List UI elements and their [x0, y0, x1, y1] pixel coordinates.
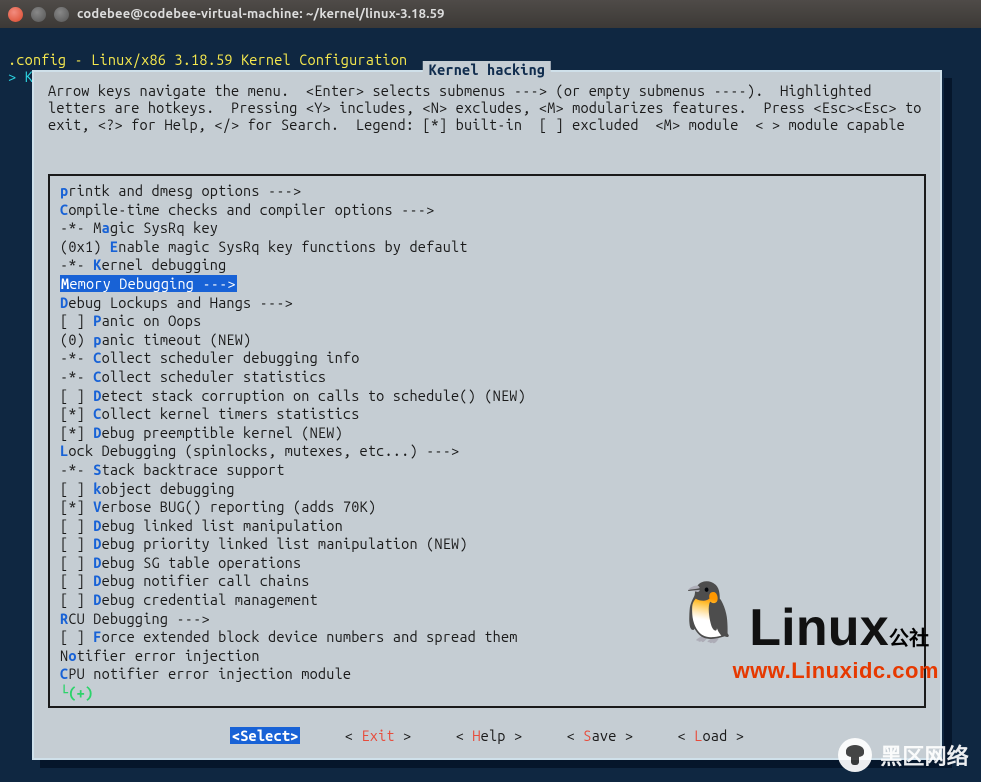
menu-item[interactable]: [ ] Force extended block device numbers …	[60, 628, 914, 647]
minimize-icon[interactable]	[31, 7, 46, 22]
maximize-icon[interactable]	[54, 7, 69, 22]
menu-item[interactable]: [*] Verbose BUG() reporting (adds 70K)	[60, 498, 914, 517]
menu-item[interactable]: -*- Kernel debugging	[60, 256, 914, 275]
menu-item[interactable]: -*- Magic SysRq key	[60, 219, 914, 238]
help-button[interactable]: < Help >	[456, 727, 523, 744]
menu-item[interactable]: CPU notifier error injection module	[60, 665, 914, 684]
menu-item[interactable]: [*] Debug preemptible kernel (NEW)	[60, 424, 914, 443]
menu-item[interactable]: Lock Debugging (spinlocks, mutexes, etc.…	[60, 442, 914, 461]
menu-item[interactable]: [ ] Debug SG table operations	[60, 554, 914, 573]
save-button[interactable]: < Save >	[567, 727, 634, 744]
menu-item[interactable]: -*- Collect scheduler statistics	[60, 368, 914, 387]
menu-item[interactable]: (0) panic timeout (NEW)	[60, 331, 914, 350]
menu-item[interactable]: -*- Collect scheduler debugging info	[60, 349, 914, 368]
close-icon[interactable]	[8, 7, 23, 22]
menu-item[interactable]: [ ] Debug priority linked list manipulat…	[60, 535, 914, 554]
menuconfig-box: Kernel hacking Arrow keys navigate the m…	[32, 70, 942, 760]
menu-item[interactable]: -*- Stack backtrace support	[60, 461, 914, 480]
button-row: <Select> < Exit > < Help > < Save > < Lo…	[34, 727, 940, 744]
menu-list[interactable]: printk and dmesg options ---> Compile-ti…	[48, 174, 926, 708]
config-line: .config - Linux/x86 3.18.59 Kernel Confi…	[8, 51, 407, 68]
menu-item[interactable]: [ ] kobject debugging	[60, 480, 914, 499]
exit-button[interactable]: < Exit >	[345, 727, 412, 744]
shadow	[944, 78, 952, 762]
window-title: codebee@codebee-virtual-machine: ~/kerne…	[77, 7, 445, 21]
menu-item[interactable]: Notifier error injection	[60, 647, 914, 666]
menu-item[interactable]: [ ] Debug credential management	[60, 591, 914, 610]
select-button[interactable]: <Select>	[230, 727, 301, 744]
shadow	[40, 760, 952, 768]
window-titlebar: codebee@codebee-virtual-machine: ~/kerne…	[0, 0, 981, 28]
menu-item[interactable]: [ ] Debug notifier call chains	[60, 572, 914, 591]
instructions: Arrow keys navigate the menu. <Enter> se…	[34, 72, 940, 139]
load-button[interactable]: < Load >	[678, 727, 745, 744]
menu-item-selected[interactable]: Memory Debugging --->	[60, 275, 914, 294]
box-title: Kernel hacking	[423, 61, 551, 78]
menu-item[interactable]: [*] Collect kernel timers statistics	[60, 405, 914, 424]
menu-item[interactable]: Compile-time checks and compiler options…	[60, 201, 914, 220]
menu-item[interactable]: Debug Lockups and Hangs --->	[60, 294, 914, 313]
menu-item[interactable]: [ ] Detect stack corruption on calls to …	[60, 387, 914, 406]
menu-item[interactable]: RCU Debugging --->	[60, 610, 914, 629]
menu-item[interactable]: (0x1) Enable magic SysRq key functions b…	[60, 238, 914, 257]
menu-item[interactable]: [ ] Panic on Oops	[60, 312, 914, 331]
menu-item[interactable]: printk and dmesg options --->	[60, 182, 914, 201]
scroll-indicator: └(+)	[60, 684, 914, 703]
menu-item[interactable]: [ ] Debug linked list manipulation	[60, 517, 914, 536]
